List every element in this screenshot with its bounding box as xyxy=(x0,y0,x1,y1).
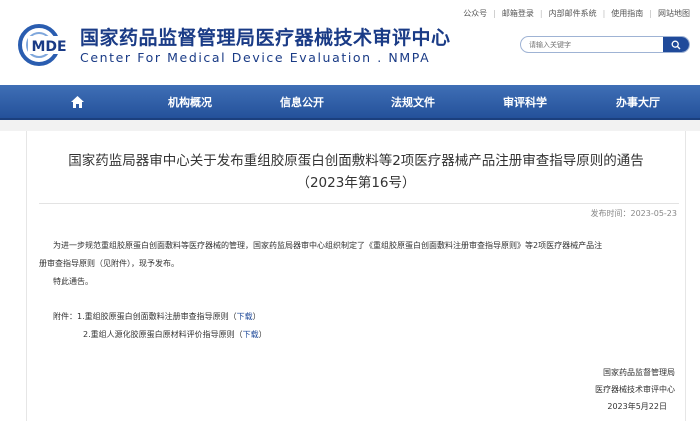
search-box xyxy=(520,36,690,53)
nav-item-about[interactable]: 机构概况 xyxy=(140,85,240,118)
nav-item-regulations[interactable]: 法规文件 xyxy=(363,85,463,118)
nav-home[interactable] xyxy=(52,85,102,118)
article-title: 国家药监局器审中心关于发布重组胶原蛋白创面敷料等2项医疗器械产品注册审查指导原则… xyxy=(68,153,644,169)
top-link-separator: | xyxy=(649,8,652,18)
home-icon xyxy=(70,95,84,108)
article-paragraph: 册审查指导原则（见附件），现予发布。 xyxy=(39,259,179,268)
logo-text: MDE xyxy=(31,39,66,55)
content-band xyxy=(0,120,700,131)
top-link-internal-mail[interactable]: 内部邮件系统 xyxy=(549,8,597,19)
top-link-mail-login[interactable]: 邮箱登录 xyxy=(502,8,534,19)
top-link-guide[interactable]: 使用指南 xyxy=(611,8,643,19)
article-title-number: （2023年第16号） xyxy=(296,175,416,191)
attachment-title: 1.重组胶原蛋白创面敷料注册审查指导原则 xyxy=(77,312,229,321)
signature-org: 国家药品监督管理局 xyxy=(603,368,675,377)
site-subtitle: Center For Medical Device Evaluation . N… xyxy=(80,50,431,65)
attachment-item: 2.重组人源化胶原蛋白原材料评价指导原则（下载） xyxy=(83,330,267,339)
signature-date: 2023年5月22日 xyxy=(607,402,667,411)
search-button[interactable] xyxy=(663,37,689,52)
nav-item-science[interactable]: 审评科学 xyxy=(475,85,575,118)
article-paragraph: 为进一步规范重组胶原蛋白创面敷料等医疗器械的管理，国家药监局器审中心组织制定了《… xyxy=(53,241,603,250)
publish-date: 发布时间：2023-05-23 xyxy=(590,209,678,218)
attachment-title: 2.重组人源化胶原蛋白原材料评价指导原则 xyxy=(83,330,235,339)
top-link-separator: | xyxy=(493,8,496,18)
attachment-item: 附件：1.重组胶原蛋白创面敷料注册审查指导原则（下载） xyxy=(53,312,261,321)
site-logo[interactable]: MDE xyxy=(18,22,72,68)
nav-item-info[interactable]: 信息公开 xyxy=(252,85,352,118)
nav-item-services[interactable]: 办事大厅 xyxy=(588,85,688,118)
main-nav: 机构概况 信息公开 法规文件 审评科学 办事大厅 xyxy=(0,85,700,120)
top-link-wechat[interactable]: 公众号 xyxy=(463,8,487,19)
top-link-sitemap[interactable]: 网站地图 xyxy=(658,8,690,19)
site-title: 国家药品监督管理局医疗器械技术审评中心 xyxy=(80,27,451,49)
attachments-label: 附件： xyxy=(53,312,77,321)
title-divider xyxy=(39,203,679,204)
download-link[interactable]: 下载 xyxy=(237,312,253,321)
top-link-separator: | xyxy=(539,8,543,18)
article-closing: 特此通告。 xyxy=(53,277,93,286)
signature-dept: 医疗器械技术审评中心 xyxy=(595,385,675,394)
article: 国家药监局器审中心关于发布重组胶原蛋白创面敷料等2项医疗器械产品注册审查指导原则… xyxy=(26,131,686,421)
top-link-separator: | xyxy=(602,8,606,18)
search-input[interactable] xyxy=(521,37,663,52)
download-link[interactable]: 下载 xyxy=(243,330,259,339)
search-icon xyxy=(671,40,681,49)
top-links: 公众号 | 邮箱登录 | 内部邮件系统 | 使用指南 | 网站地图 xyxy=(463,7,690,19)
